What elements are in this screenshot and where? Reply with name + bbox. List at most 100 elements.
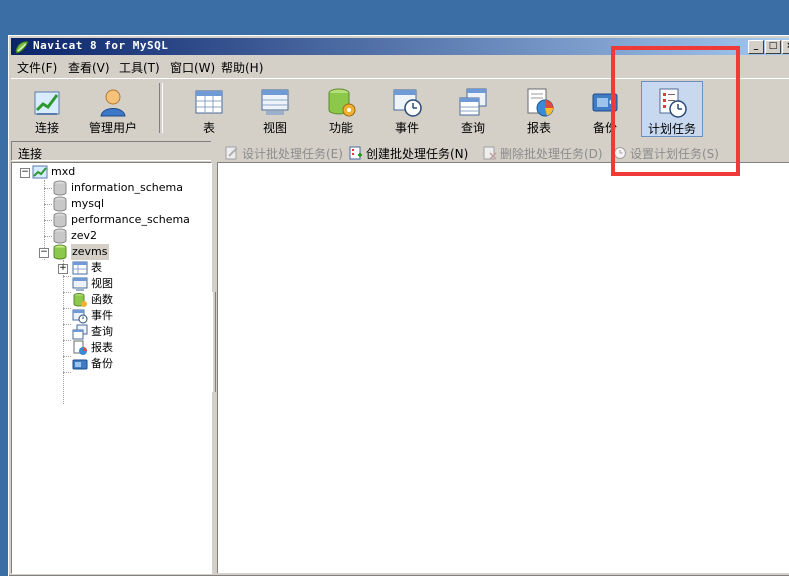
database-name: performance_schema [71, 213, 190, 226]
menu-bar: 文件(F) 查看(V) 工具(T) 窗口(W) 帮助(H) [11, 56, 789, 76]
object-label: 查询 [91, 325, 113, 338]
toolbar-functions-button[interactable]: 功能 [311, 81, 371, 135]
delete-batch-job-button[interactable]: 删除批处理任务(D) [483, 145, 603, 162]
object-action-bar: 设计批处理任务(E) 创建批处理任务(N) 删除批处理任务(D) 设置计划任务(… [217, 142, 789, 162]
schedule-icon [659, 88, 687, 118]
menu-help[interactable]: 帮助(H) [221, 59, 263, 76]
toolbar-scheduled-tasks-button[interactable]: 计划任务 [641, 81, 703, 137]
toolbar-manage-users-button[interactable]: 管理用户 [83, 81, 143, 135]
connection-icon [34, 91, 60, 115]
connection-name: mxd [51, 165, 76, 178]
database-name: information_schema [71, 181, 183, 194]
tree-line [44, 204, 52, 205]
menu-window[interactable]: 窗口(W) [170, 59, 215, 76]
toolbar-manage-users-label: 管理用户 [88, 121, 137, 135]
query-icon [459, 88, 487, 116]
tree-line [63, 260, 64, 404]
view-icon [261, 89, 289, 115]
function-icon [73, 293, 87, 307]
toolbar-backup-button[interactable]: 备份 [575, 81, 635, 135]
connection-icon [32, 165, 48, 179]
database-open-icon [53, 244, 67, 260]
create-icon [349, 146, 362, 160]
user-icon [100, 89, 126, 117]
connection-tree: − mxd information_schema mysql performan… [11, 162, 212, 574]
toolbar-reports-button[interactable]: 报表 [509, 81, 569, 135]
tree-line [44, 236, 52, 237]
expand-tables-toggle[interactable]: + [58, 264, 68, 274]
database-icon [53, 212, 67, 228]
clock-icon [614, 147, 626, 159]
backup-icon [72, 359, 88, 370]
toolbar-queries-label: 查询 [460, 121, 485, 135]
object-label: 事件 [91, 309, 113, 322]
menu-view[interactable]: 查看(V) [68, 59, 110, 76]
toolbar-views-button[interactable]: 视图 [245, 81, 305, 135]
toolbar-functions-label: 功能 [328, 121, 353, 135]
maximize-button[interactable]: □ [765, 40, 781, 54]
event-icon [393, 89, 422, 117]
toolbar-reports-label: 报表 [526, 121, 551, 135]
navicat-window: Navicat 8 for MySQL _ □ × 文件(F) 查看(V) 工具… [8, 35, 789, 576]
database-name: mysql [71, 197, 104, 210]
toolbar-events-label: 事件 [394, 121, 419, 135]
database-icon [53, 228, 67, 244]
tree-line [63, 308, 71, 309]
delete-icon [483, 146, 497, 160]
toolbar-connect-button[interactable]: 连接 [17, 81, 77, 135]
object-label: 报表 [91, 341, 113, 354]
toolbar-connect-label: 连接 [34, 121, 59, 135]
design-batch-job-label: 设计批处理任务(E) [242, 147, 343, 161]
menu-tools[interactable]: 工具(T) [119, 59, 160, 76]
backup-icon [592, 93, 618, 112]
main-toolbar: 连接 管理用户 表 视图 功能 事件 查询 报表 备份 计划任务 [11, 78, 789, 137]
tree-line [63, 372, 71, 373]
toolbar-views-label: 视图 [262, 121, 287, 135]
title-bar[interactable]: Navicat 8 for MySQL _ □ × [11, 38, 789, 55]
object-label: 视图 [91, 277, 113, 290]
set-schedule-button[interactable]: 设置计划任务(S) [613, 145, 719, 162]
object-label: 表 [91, 261, 102, 274]
tree-line [63, 356, 71, 357]
view-icon [72, 277, 88, 291]
design-batch-job-button[interactable]: 设计批处理任务(E) [225, 145, 343, 162]
table-icon [72, 261, 88, 275]
function-icon [328, 88, 356, 117]
toolbar-separator [159, 83, 163, 133]
toolbar-scheduled-tasks-label: 计划任务 [647, 122, 696, 136]
design-icon [225, 146, 238, 160]
tree-line [63, 292, 71, 293]
toolbar-events-button[interactable]: 事件 [377, 81, 437, 135]
navicat-logo-icon [15, 41, 29, 54]
database-name: zevms [71, 244, 109, 260]
collapse-zevms-toggle[interactable]: − [39, 248, 49, 258]
event-icon [72, 309, 88, 324]
connection-panel-header: 连接 [11, 141, 211, 161]
toolbar-backup-label: 备份 [592, 121, 617, 135]
query-icon [72, 324, 88, 340]
object-list-area[interactable] [217, 162, 789, 573]
splitter-grip[interactable] [212, 292, 216, 392]
window-title: Navicat 8 for MySQL [33, 39, 169, 52]
collapse-mxd-toggle[interactable]: − [20, 168, 30, 178]
toolbar-tables-button[interactable]: 表 [179, 81, 239, 135]
minimize-button[interactable]: _ [748, 40, 764, 54]
delete-batch-job-label: 删除批处理任务(D) [500, 147, 603, 161]
object-label: 函数 [91, 293, 113, 306]
tree-line [63, 324, 71, 325]
create-batch-job-label: 创建批处理任务(N) [366, 147, 469, 161]
tree-line [44, 188, 52, 189]
tree-line [63, 340, 71, 341]
close-button[interactable]: × [782, 40, 789, 54]
create-batch-job-button[interactable]: 创建批处理任务(N) [349, 145, 468, 162]
database-icon [53, 180, 67, 196]
database-icon [53, 196, 67, 212]
tree-line [44, 220, 52, 221]
tree-line [63, 276, 71, 277]
report-icon [527, 88, 554, 117]
menu-file[interactable]: 文件(F) [17, 59, 57, 76]
toolbar-queries-button[interactable]: 查询 [443, 81, 503, 135]
set-schedule-label: 设置计划任务(S) [630, 147, 719, 161]
report-icon [73, 340, 87, 355]
database-name: zev2 [71, 229, 98, 242]
